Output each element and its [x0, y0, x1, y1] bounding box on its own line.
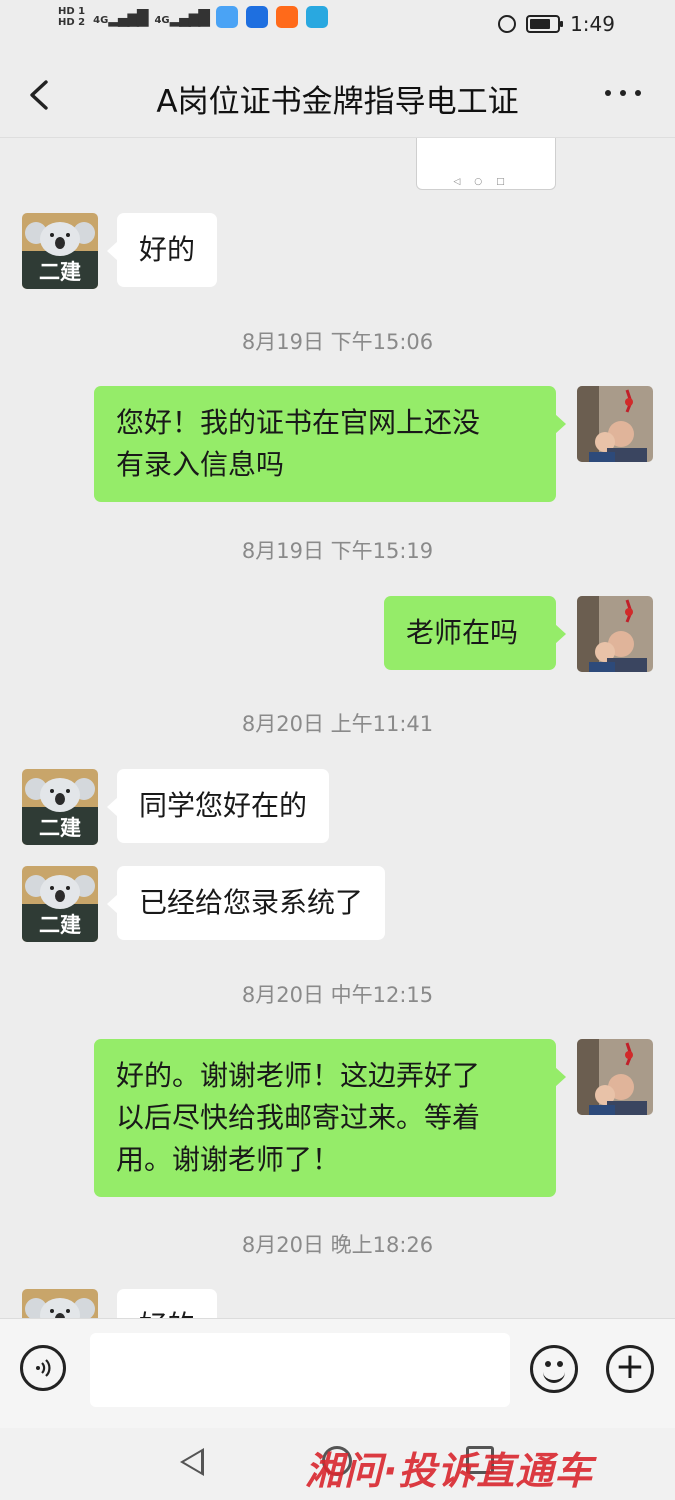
- message-list[interactable]: ◁○□ 二建 好的 8月19日 下午15:06 您好！我的证书在官网上还没 有录…: [0, 138, 675, 1318]
- teacher-avatar[interactable]: [22, 1289, 98, 1318]
- voice-input-icon[interactable]: [20, 1345, 66, 1391]
- message-timestamp: 8月20日 晚上18:26: [241, 1233, 434, 1257]
- message-bubble-sent[interactable]: 好的。谢谢老师！这边弄好了 以后尽快给我邮寄过来。等着 用。谢谢老师了！: [94, 1039, 566, 1197]
- bulb-app-icon: [245, 6, 268, 28]
- input-bar: +: [0, 1318, 675, 1428]
- nav-back-icon[interactable]: [180, 1448, 204, 1476]
- teacher-avatar-label: 二建: [39, 913, 81, 937]
- teacher-avatar-label: 二建: [39, 816, 81, 840]
- message-bubble-sent[interactable]: 您好！我的证书在官网上还没 有录入信息吗: [94, 386, 566, 502]
- teacher-avatar[interactable]: 二建: [22, 769, 98, 845]
- teacher-avatar[interactable]: 二建: [22, 866, 98, 942]
- hd1-indicator: HD 1: [58, 6, 86, 17]
- screenshot-image-message[interactable]: ◁○□: [416, 138, 556, 190]
- message-bubble-sent[interactable]: 老师在吗: [384, 596, 566, 670]
- system-nav-bar: 湘问·投诉直通车: [0, 1428, 675, 1500]
- status-left: HD 1 HD 2 4G▂▄▆█ 4G▂▄▆█: [58, 6, 328, 28]
- status-bar: HD 1 HD 2 4G▂▄▆█ 4G▂▄▆█ 1:49: [0, 0, 675, 52]
- message-bubble-received[interactable]: 好的: [106, 213, 218, 287]
- message-timestamp: 8月20日 上午11:41: [241, 712, 434, 736]
- hd2-indicator: HD 2: [58, 17, 86, 28]
- plus-icon[interactable]: +: [606, 1345, 654, 1393]
- battery-icon: [526, 15, 564, 33]
- teacher-avatar-label: 二建: [39, 260, 81, 284]
- user-avatar[interactable]: [577, 386, 653, 462]
- more-options-icon[interactable]: [605, 90, 645, 100]
- message-bubble-received[interactable]: 已经给您录系统了: [106, 866, 386, 940]
- status-time: 1:49: [570, 12, 615, 36]
- message-timestamp: 8月19日 下午15:19: [241, 539, 434, 563]
- cloud-app-icon: [215, 6, 238, 28]
- message-timestamp: 8月20日 中午12:15: [241, 983, 434, 1007]
- hd-indicators: HD 1 HD 2: [58, 6, 85, 28]
- signal2-icon: 4G▂▄▆█: [154, 8, 209, 27]
- taobao-app-icon: [275, 6, 298, 28]
- message-bubble-received[interactable]: 同学您好在的: [106, 769, 330, 843]
- chat-title: A岗位证书金牌指导电工证: [156, 84, 519, 120]
- message-input[interactable]: [90, 1333, 510, 1407]
- signal1-icon: 4G▂▄▆█: [93, 8, 148, 27]
- eleme-app-icon: [305, 6, 328, 28]
- message-bubble-received[interactable]: 好的: [106, 1289, 218, 1318]
- chat-header: A岗位证书金牌指导电工证: [0, 52, 675, 138]
- user-avatar[interactable]: [577, 1039, 653, 1115]
- alarm-icon: [498, 15, 517, 33]
- watermark-logo: 湘问·投诉直通车: [305, 1449, 594, 1493]
- user-avatar[interactable]: [577, 596, 653, 672]
- emoji-icon[interactable]: [530, 1345, 578, 1393]
- status-right: 1:49: [498, 12, 615, 36]
- teacher-avatar[interactable]: 二建: [22, 213, 98, 289]
- message-timestamp: 8月19日 下午15:06: [241, 330, 434, 354]
